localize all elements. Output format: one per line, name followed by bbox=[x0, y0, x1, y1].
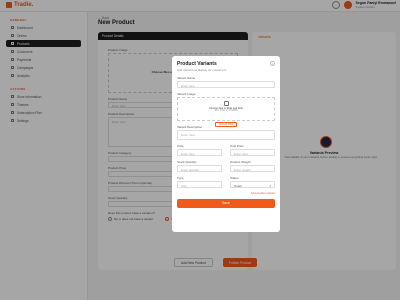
type-label: Type bbox=[177, 176, 184, 180]
upload-icon bbox=[223, 101, 229, 106]
type-input[interactable]: Size bbox=[177, 181, 222, 188]
upload-hint: JPG, PNG up to 10MB bbox=[214, 110, 238, 112]
variant-image-label: Variant Image bbox=[177, 92, 196, 96]
modal-title: Product Variants bbox=[177, 61, 217, 67]
product-weight-input[interactable]: Enter weight bbox=[230, 165, 275, 172]
status-select[interactable]: Small ▾ bbox=[230, 181, 275, 188]
modal-subtitle: Add variants to display for customers bbox=[177, 68, 227, 72]
stock-quantity-input[interactable]: Enter quantity bbox=[177, 165, 222, 172]
stock-quantity-label: Stock Quantity bbox=[177, 160, 197, 164]
add-another-variant-link[interactable]: Add another variant bbox=[177, 191, 275, 195]
variant-image-dropzone[interactable]: Choose files or drag and drop JPG, PNG u… bbox=[177, 97, 275, 127]
cost-price-label: Cost Price bbox=[230, 144, 244, 148]
save-button[interactable]: Save bbox=[177, 199, 275, 208]
variant-description-input[interactable]: Enter here bbox=[177, 130, 275, 140]
chevron-down-icon: ▾ bbox=[269, 183, 271, 188]
upload-files-button[interactable]: Upload Files bbox=[214, 122, 238, 127]
status-value: Small bbox=[234, 183, 242, 188]
price-label: Price bbox=[177, 144, 184, 148]
price-input[interactable]: Enter here bbox=[177, 149, 222, 156]
variant-name-label: Variant Name bbox=[177, 76, 196, 80]
status-label: Status bbox=[230, 176, 239, 180]
variant-name-input[interactable]: Enter here bbox=[177, 81, 275, 88]
close-icon[interactable]: × bbox=[270, 61, 275, 66]
product-variants-modal: Product Variants Add variants to display… bbox=[172, 56, 280, 232]
product-weight-label: Product Weight bbox=[230, 160, 251, 164]
cost-price-input[interactable]: Enter here bbox=[230, 149, 275, 156]
